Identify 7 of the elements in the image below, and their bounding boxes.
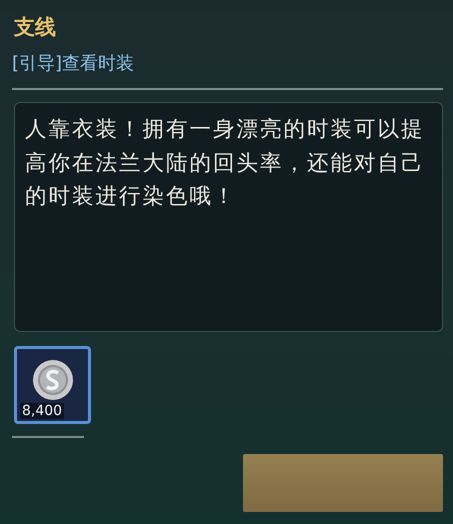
- action-button[interactable]: [243, 454, 443, 512]
- reward-slot[interactable]: 8,400: [14, 346, 91, 424]
- coin-icon: [32, 359, 74, 401]
- quest-description: 人靠衣装！拥有一身漂亮的时装可以提高你在法兰大陆的回头率，还能对自己的时装进行染色哦！: [25, 116, 426, 211]
- quest-category: 支线: [14, 14, 57, 40]
- reward-count: 8,400: [20, 403, 64, 419]
- quest-title: [引导]查看时装: [12, 52, 136, 76]
